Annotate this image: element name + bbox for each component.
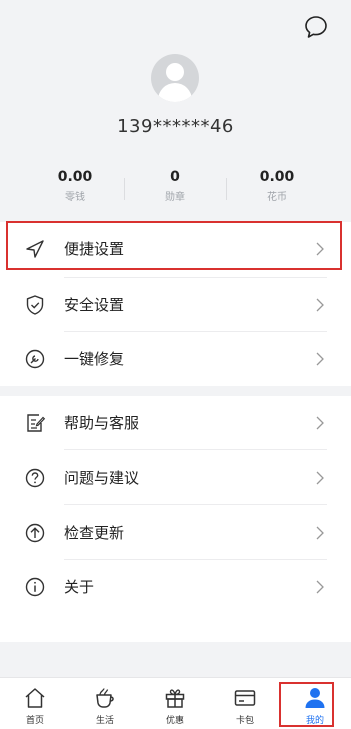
card-icon xyxy=(234,690,256,706)
menu-item-label: 检查更新 xyxy=(64,524,125,542)
tab-label: 卡包 xyxy=(235,716,254,726)
divider xyxy=(64,277,327,278)
menu-item-label: 关于 xyxy=(64,578,95,596)
stat-change[interactable]: 0.00 零钱 xyxy=(25,168,125,203)
shield-check-icon xyxy=(26,295,44,315)
menu-item-label: 安全设置 xyxy=(64,296,125,314)
chevron-right-icon xyxy=(316,416,324,430)
menu-item-security-settings[interactable]: 安全设置 xyxy=(0,277,351,332)
chevron-right-icon xyxy=(316,471,324,485)
tab-deals[interactable]: 优惠 xyxy=(140,678,210,729)
stat-change-value: 0.00 xyxy=(57,169,93,185)
menu-group-settings: 便捷设置 安全设置 一键修复 xyxy=(0,222,351,386)
stat-medals-label: 勋章 xyxy=(165,192,185,203)
gift-icon xyxy=(165,689,185,708)
chevron-right-icon xyxy=(316,298,324,312)
stat-medals[interactable]: 0 勋章 xyxy=(125,168,225,203)
menu-item-check-update[interactable]: 检查更新 xyxy=(0,506,351,560)
person-icon xyxy=(305,688,325,708)
chevron-right-icon xyxy=(316,352,324,366)
stat-medals-value: 0 xyxy=(170,169,180,185)
send-icon xyxy=(26,240,44,258)
menu-item-feedback[interactable]: 问题与建议 xyxy=(0,451,351,505)
avatar[interactable] xyxy=(151,54,199,102)
profile-header: 139******46 0.00 零钱 0 勋章 0.00 花币 xyxy=(0,0,351,220)
update-arrow-icon xyxy=(25,523,45,543)
info-icon xyxy=(25,577,45,597)
chevron-right-icon xyxy=(316,242,324,256)
tab-card-wallet[interactable]: 卡包 xyxy=(210,678,280,729)
tab-home[interactable]: 首页 xyxy=(0,678,70,729)
phone-number: 139******46 xyxy=(117,116,234,137)
stat-coins-label: 花币 xyxy=(267,192,287,203)
cup-icon xyxy=(96,688,114,708)
stat-coins-value: 0.00 xyxy=(259,169,295,185)
menu-item-one-click-repair[interactable]: 一键修复 xyxy=(0,332,351,386)
avatar-body-shape xyxy=(158,83,192,102)
bottom-tab-bar: 首页 生活 优惠 卡包 我的 xyxy=(0,677,351,729)
chevron-right-icon xyxy=(316,580,324,594)
menu-item-label: 问题与建议 xyxy=(64,469,140,487)
menu-item-label: 帮助与客服 xyxy=(64,414,140,432)
menu-item-about[interactable]: 关于 xyxy=(0,560,351,614)
stat-change-label: 零钱 xyxy=(65,192,85,203)
stat-coins[interactable]: 0.00 花币 xyxy=(227,168,327,203)
tab-life[interactable]: 生活 xyxy=(70,678,140,729)
repair-icon xyxy=(25,349,45,369)
wallet-stats: 0.00 零钱 0 勋章 0.00 花币 xyxy=(0,168,351,212)
chevron-right-icon xyxy=(316,526,324,540)
menu-item-quick-settings[interactable]: 便捷设置 xyxy=(0,222,351,276)
question-icon xyxy=(25,468,45,488)
help-edit-icon xyxy=(27,414,46,432)
home-icon xyxy=(25,688,45,708)
divider xyxy=(64,449,327,450)
menu-item-help[interactable]: 帮助与客服 xyxy=(0,396,351,450)
tab-label: 生活 xyxy=(95,716,114,726)
menu-group-support: 帮助与客服 问题与建议 检查更新 关于 xyxy=(0,396,351,642)
tab-mine[interactable]: 我的 xyxy=(280,678,350,729)
avatar-head-shape xyxy=(166,63,184,81)
message-icon[interactable] xyxy=(303,14,329,40)
menu-item-label: 一键修复 xyxy=(64,350,125,368)
tab-label: 我的 xyxy=(305,716,324,726)
menu-item-label: 便捷设置 xyxy=(64,240,125,258)
my-page: 139******46 0.00 零钱 0 勋章 0.00 花币 便捷设置 安全… xyxy=(0,0,351,729)
divider xyxy=(64,504,327,505)
tab-label: 优惠 xyxy=(165,716,184,726)
tab-label: 首页 xyxy=(25,716,44,726)
